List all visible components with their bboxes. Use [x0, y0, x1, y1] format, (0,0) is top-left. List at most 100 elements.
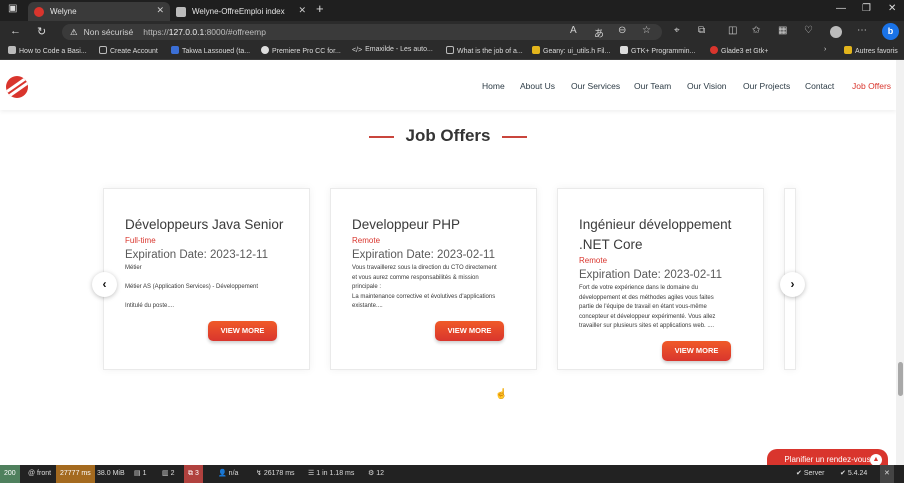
translation-icon: ▥: [162, 470, 171, 477]
mouse-cursor-icon: ☝: [495, 389, 508, 400]
route-name[interactable]: @ front: [24, 465, 55, 483]
user-value: n/a: [228, 470, 239, 477]
server-icon: ✔: [796, 470, 804, 477]
ajax-requests[interactable]: ↯ 26178 ms: [252, 465, 299, 483]
symfony-icon: ✔: [840, 470, 848, 477]
translations-value: 2: [170, 470, 175, 477]
page-icon: [446, 46, 454, 54]
favorite-star-icon[interactable]: ☆: [642, 25, 651, 36]
translations-count[interactable]: ▥ 2: [158, 465, 178, 483]
nav-our-services[interactable]: Our Services: [571, 81, 620, 91]
bookmark-item[interactable]: </> Emaxilde - Les auto...: [352, 46, 433, 55]
nav-our-team[interactable]: Our Team: [634, 81, 671, 91]
bookmark-item[interactable]: GTK+ Programmin...: [620, 46, 695, 55]
browser-essentials-icon[interactable]: ♡: [804, 25, 813, 36]
nav-our-projects[interactable]: Our Projects: [743, 81, 790, 91]
expiration-date: Expiration Date: 2023-12-11: [125, 249, 268, 261]
tab-welyne[interactable]: Welyne ✕: [28, 2, 170, 21]
bookmark-item[interactable]: Create Account: [99, 46, 158, 55]
split-screen-icon[interactable]: ◫: [728, 25, 737, 36]
user-status[interactable]: 👤 n/a: [214, 465, 242, 483]
view-more-button[interactable]: VIEW MORE: [208, 321, 277, 341]
collections-icon[interactable]: ▦: [778, 25, 787, 36]
description-line: Vous travaillerez sous la direction du C…: [352, 265, 497, 271]
address-toolbar: ← ↻ ⚠ Non sécurisé https://127.0.0.1:8000/…: [0, 21, 904, 43]
nav-our-vision[interactable]: Our Vision: [687, 81, 727, 91]
symfony-version[interactable]: ✔ 5.4.24: [836, 465, 871, 483]
reload-icon[interactable]: ↻: [37, 25, 46, 38]
description-line: Fort de votre expérience dans le domaine…: [579, 285, 699, 291]
url-host: 127.0.0.1: [168, 27, 205, 37]
website: Home About Us Our Services Our Team Our …: [0, 60, 904, 465]
database-queries[interactable]: ☰ 1 in 1.18 ms: [304, 465, 358, 483]
view-more-button[interactable]: VIEW MORE: [435, 321, 504, 341]
chevron-right-icon[interactable]: ›: [824, 46, 826, 53]
carousel-prev-icon[interactable]: ‹: [92, 272, 117, 297]
bookmark-item[interactable]: Glade3 et Gtk+: [710, 46, 768, 55]
welyne-logo-icon[interactable]: [6, 76, 28, 98]
job-title: Développeurs Java Senior: [125, 217, 284, 232]
security-warnings[interactable]: ⧉ 3: [184, 465, 203, 483]
window-close-icon[interactable]: ✕: [888, 3, 896, 14]
nav-job-offers[interactable]: Job Offers: [852, 81, 891, 91]
security-label[interactable]: Non sécurisé: [84, 27, 134, 37]
bookmark-item[interactable]: Takwa Lassoued (ta...: [171, 46, 250, 55]
new-tab-icon[interactable]: +: [316, 1, 324, 16]
bookmark-item[interactable]: What is the job of a...: [446, 46, 523, 55]
read-aloud-icon[interactable]: A: [570, 25, 577, 36]
user-icon: 👤: [218, 470, 229, 477]
description-line: travailler sur plusieurs sites et applic…: [579, 323, 715, 329]
minimize-icon[interactable]: —: [836, 3, 846, 14]
bookmark-item[interactable]: Premiere Pro CC for...: [261, 46, 341, 55]
description-line: Métier AS (Application Services) - Dével…: [125, 284, 259, 290]
zoom-icon[interactable]: ⊖: [618, 25, 626, 36]
expiration-date: Expiration Date: 2023-02-11: [579, 269, 722, 281]
profile-avatar-icon[interactable]: [830, 26, 842, 38]
bookmark-item[interactable]: Geany: ui_utils.h Fil...: [532, 46, 610, 55]
job-card: Developpeur PHP Remote Expiration Date: …: [330, 188, 537, 370]
schedule-appointment-button[interactable]: Planifier un rendez-vous ▲: [767, 449, 888, 465]
request-time[interactable]: 27777 ms: [56, 465, 95, 483]
bing-copilot-icon[interactable]: b: [882, 23, 899, 40]
extensions-icon[interactable]: ⧉: [698, 25, 705, 36]
description-line: Intitulé du poste....: [125, 303, 175, 309]
more-menu-icon[interactable]: ⋯: [857, 25, 867, 36]
tab-actions-icon[interactable]: ▣: [8, 3, 17, 14]
restore-icon[interactable]: ❐: [862, 3, 871, 14]
twig-icon: ⚙: [368, 470, 377, 477]
description-line: Métier: [125, 265, 142, 271]
translate-icon[interactable]: あ: [594, 25, 604, 40]
twig-templates[interactable]: ⚙ 12: [364, 465, 388, 483]
warning-icon[interactable]: ⚠: [70, 27, 78, 37]
debug-toolbar: 200 @ front 27777 ms 38.0 MiB ▤ 1 ▥ 2 ⧉ …: [0, 465, 904, 483]
tab-offre-emploi[interactable]: Welyne-OffreEmploi index ✕: [170, 2, 312, 21]
job-type: Remote: [579, 256, 608, 265]
job-type: Full-time: [125, 236, 156, 245]
favorites-icon[interactable]: ✩: [752, 25, 760, 36]
nav-home[interactable]: Home: [482, 81, 505, 91]
location-icon[interactable]: ⌖: [674, 25, 680, 36]
back-icon[interactable]: ←: [10, 25, 21, 37]
database-icon: ☰: [308, 470, 317, 477]
close-icon[interactable]: ✕: [298, 5, 306, 16]
view-more-button[interactable]: VIEW MORE: [662, 341, 731, 361]
form-icon: ▤: [134, 470, 143, 477]
description-line: La maintenance corrective et évolutives …: [352, 293, 496, 300]
status-code[interactable]: 200: [0, 465, 20, 483]
close-toolbar-icon[interactable]: ✕: [880, 465, 894, 483]
geany-icon: [532, 46, 540, 54]
server-info[interactable]: ✔ Server: [792, 465, 828, 483]
close-icon[interactable]: ✕: [156, 5, 164, 16]
scrollbar-thumb[interactable]: [898, 362, 903, 396]
forms-count[interactable]: ▤ 1: [130, 465, 150, 483]
page-scrollbar[interactable]: [896, 60, 904, 465]
scroll-top-icon[interactable]: ▲: [870, 454, 882, 465]
nav-about-us[interactable]: About Us: [520, 81, 555, 91]
bookmark-item[interactable]: How to Code a Basi...: [8, 46, 87, 55]
other-favorites[interactable]: Autres favoris: [844, 46, 898, 55]
page-icon: [99, 46, 107, 54]
nav-contact[interactable]: Contact: [805, 81, 834, 91]
carousel-next-icon[interactable]: ›: [780, 272, 805, 297]
memory-usage[interactable]: 38.0 MiB: [93, 465, 129, 483]
welyne-favicon-icon: [34, 6, 44, 17]
